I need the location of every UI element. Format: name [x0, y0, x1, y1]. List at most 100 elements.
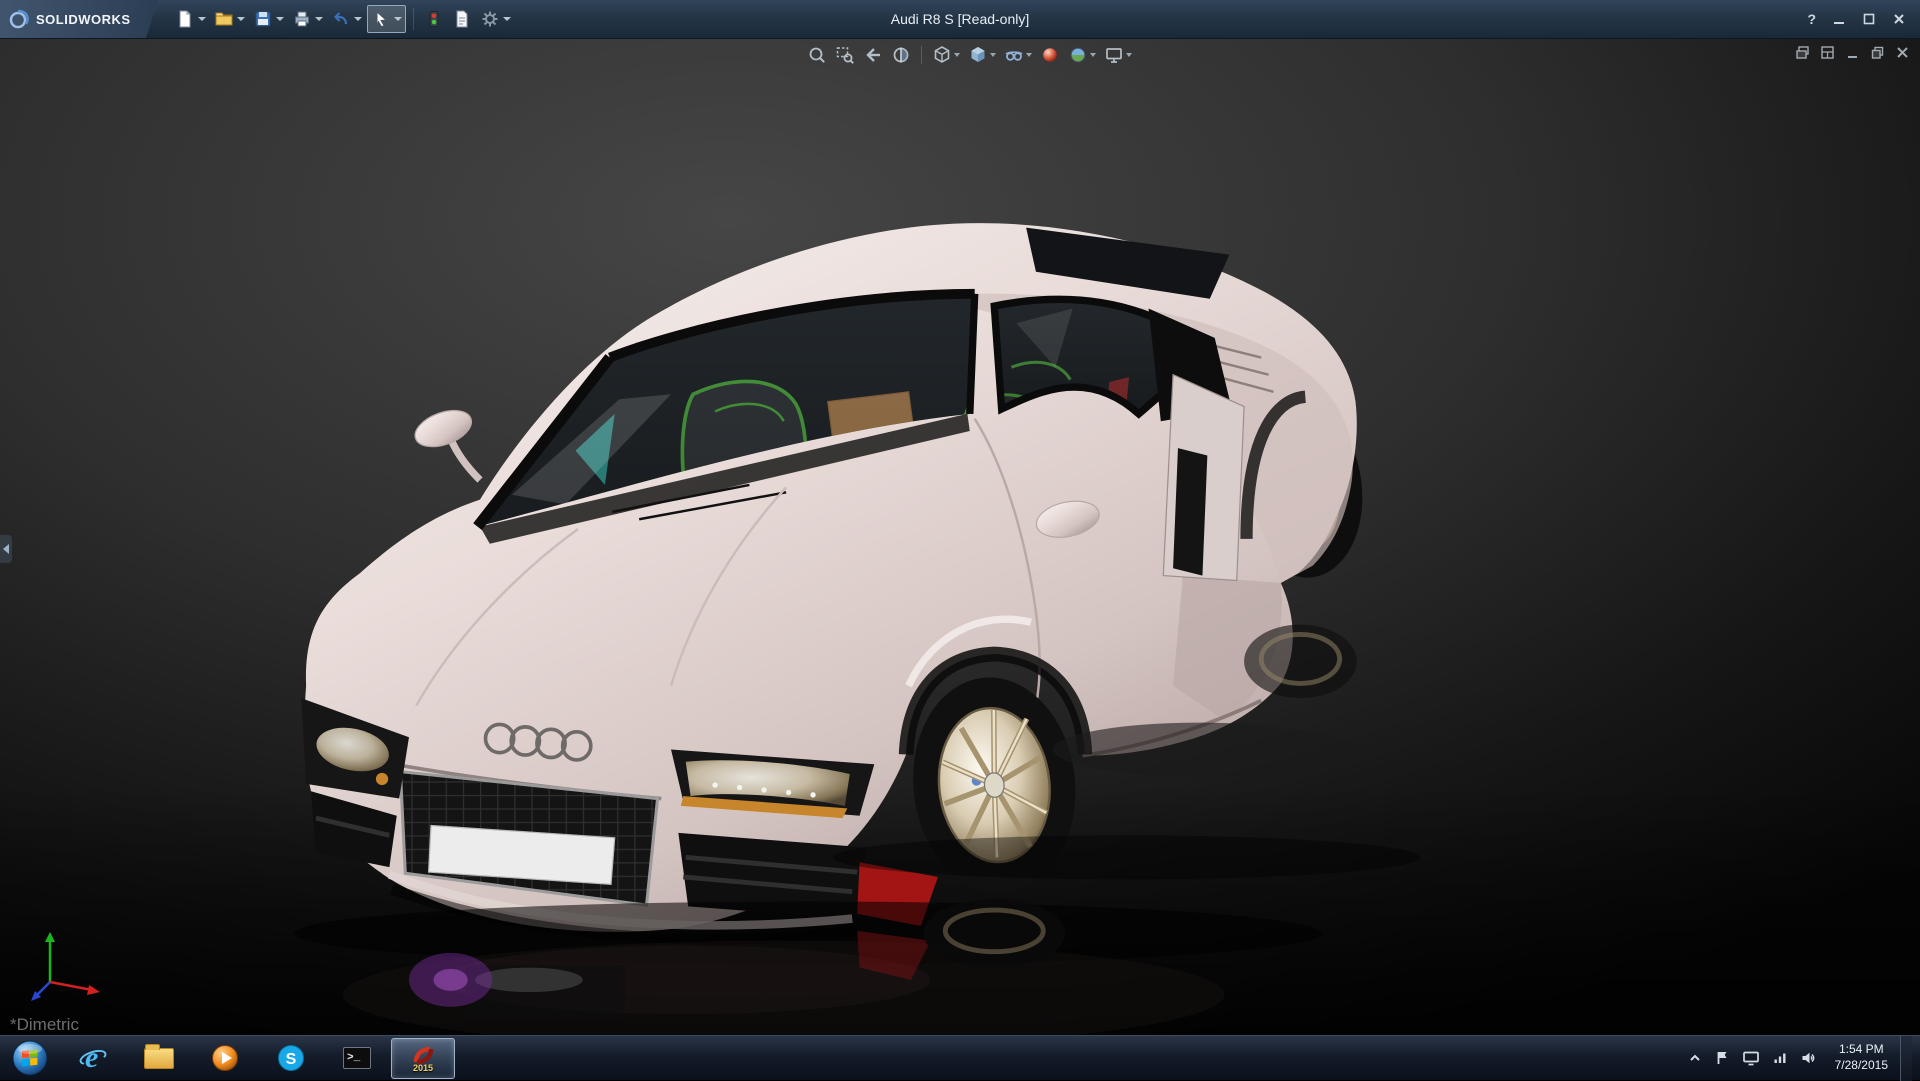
view-settings-button[interactable]: [1102, 44, 1134, 66]
apply-scene-button[interactable]: [1066, 44, 1098, 66]
hide-show-glasses-icon: [1004, 45, 1024, 65]
maximize-button[interactable]: [1862, 12, 1876, 26]
options-gear-icon: [480, 9, 500, 29]
rebuild-icon: [424, 9, 444, 29]
dropdown-arrow-icon[interactable]: [1126, 53, 1132, 57]
toolbar-separator: [413, 8, 414, 30]
windows-start-orb-icon: [11, 1039, 49, 1077]
print-button[interactable]: [289, 5, 326, 33]
hide-show-items-button[interactable]: [1002, 44, 1034, 66]
new-document-button[interactable]: [172, 5, 209, 33]
3d-viewport-scene[interactable]: [0, 39, 1920, 1035]
zoom-to-area-icon: [835, 45, 855, 65]
side-intake-slot: [1173, 448, 1207, 575]
skype-icon: S: [277, 1044, 305, 1072]
dropdown-arrow-icon[interactable]: [354, 17, 362, 21]
show-desktop-button[interactable]: [1900, 1036, 1912, 1081]
select-tool-button[interactable]: [367, 5, 406, 33]
new-document-icon: [175, 9, 195, 29]
dropdown-arrow-icon[interactable]: [394, 17, 402, 21]
internet-explorer-icon: e: [78, 1043, 108, 1073]
view-orientation-cube-icon: [932, 45, 952, 65]
dropdown-arrow-icon[interactable]: [503, 17, 511, 21]
dropdown-arrow-icon[interactable]: [198, 17, 206, 21]
solidworks-brand: SOLIDWORKS: [0, 0, 158, 38]
command-prompt-icon: >_: [343, 1047, 371, 1069]
minimize-button[interactable]: [1832, 12, 1846, 26]
maximize-icon: [1862, 12, 1876, 26]
svg-text:S: S: [286, 1051, 297, 1068]
zoom-to-fit-icon: [807, 45, 827, 65]
view-orientation-button[interactable]: [930, 44, 962, 66]
select-cursor-icon: [371, 9, 391, 29]
minimize-icon: [1832, 12, 1846, 26]
apply-scene-icon: [1068, 45, 1088, 65]
chevron-left-icon: [3, 544, 9, 554]
rebuild-button[interactable]: [421, 5, 447, 33]
dropdown-arrow-icon[interactable]: [276, 17, 284, 21]
z-axis: [36, 982, 50, 996]
tile-windows-icon[interactable]: [1820, 45, 1835, 60]
main-toolbar: [172, 0, 514, 38]
undo-icon: [331, 9, 351, 29]
open-folder-icon: [214, 9, 234, 29]
window-controls: ?: [1807, 11, 1920, 27]
save-button[interactable]: [250, 5, 287, 33]
undo-button[interactable]: [328, 5, 365, 33]
close-button[interactable]: [1892, 12, 1906, 26]
dropdown-arrow-icon[interactable]: [954, 53, 960, 57]
doc-minimize-icon[interactable]: [1845, 45, 1860, 60]
taskbar-file-explorer[interactable]: [127, 1038, 191, 1079]
close-icon: [1892, 12, 1906, 26]
section-view-button[interactable]: [889, 44, 913, 66]
edit-appearance-button[interactable]: [1038, 44, 1062, 66]
taskbar-media-player[interactable]: [193, 1038, 257, 1079]
dropdown-arrow-icon[interactable]: [1026, 53, 1032, 57]
toolbar-separator: [921, 46, 922, 64]
show-hidden-icons-button[interactable]: [1687, 1051, 1703, 1065]
previous-view-button[interactable]: [861, 44, 885, 66]
doc-restore-icon[interactable]: [1870, 45, 1885, 60]
system-tray: 1:54 PM 7/28/2015: [1687, 1036, 1920, 1081]
media-player-icon: [211, 1044, 239, 1072]
action-center-flag-icon[interactable]: [1715, 1050, 1730, 1066]
taskbar-skype[interactable]: S: [259, 1038, 323, 1079]
clock-time: 1:54 PM: [1835, 1042, 1888, 1058]
taskbar-clock[interactable]: 1:54 PM 7/28/2015: [1835, 1042, 1888, 1073]
cascade-windows-icon[interactable]: [1795, 45, 1810, 60]
doc-close-icon[interactable]: [1895, 45, 1910, 60]
file-properties-button[interactable]: [449, 5, 475, 33]
dropdown-arrow-icon[interactable]: [315, 17, 323, 21]
brand-text: SOLIDWORKS: [36, 12, 131, 27]
dropdown-arrow-icon[interactable]: [990, 53, 996, 57]
display-style-button[interactable]: [966, 44, 998, 66]
start-button[interactable]: [0, 1036, 60, 1081]
x-axis: [50, 982, 92, 990]
taskbar: e S >_ 2015: [0, 1035, 1920, 1080]
view-settings-icon: [1104, 45, 1124, 65]
graphics-viewport[interactable]: *Dimetric: [0, 39, 1920, 1035]
previous-view-icon: [863, 45, 883, 65]
coordinate-triad: [28, 924, 106, 1009]
zoom-to-fit-button[interactable]: [805, 44, 829, 66]
feature-manager-collapse-handle[interactable]: [0, 535, 12, 563]
edit-appearance-ball-icon: [1040, 45, 1060, 65]
section-view-icon: [891, 45, 911, 65]
taskbar-internet-explorer[interactable]: e: [61, 1038, 125, 1079]
print-icon: [292, 9, 312, 29]
zoom-to-area-button[interactable]: [833, 44, 857, 66]
volume-icon[interactable]: [1800, 1050, 1817, 1066]
taskbar-solidworks-active[interactable]: 2015: [391, 1038, 455, 1079]
save-icon: [253, 9, 273, 29]
clock-date: 7/28/2015: [1835, 1058, 1888, 1074]
display-settings-icon[interactable]: [1742, 1050, 1760, 1066]
dropdown-arrow-icon[interactable]: [237, 17, 245, 21]
network-icon[interactable]: [1772, 1050, 1788, 1066]
dropdown-arrow-icon[interactable]: [1090, 53, 1096, 57]
help-button[interactable]: ?: [1807, 11, 1816, 27]
open-button[interactable]: [211, 5, 248, 33]
options-button[interactable]: [477, 5, 514, 33]
display-style-icon: [968, 45, 988, 65]
taskbar-command-prompt[interactable]: >_: [325, 1038, 389, 1079]
headsup-view-toolbar: [805, 44, 1134, 66]
